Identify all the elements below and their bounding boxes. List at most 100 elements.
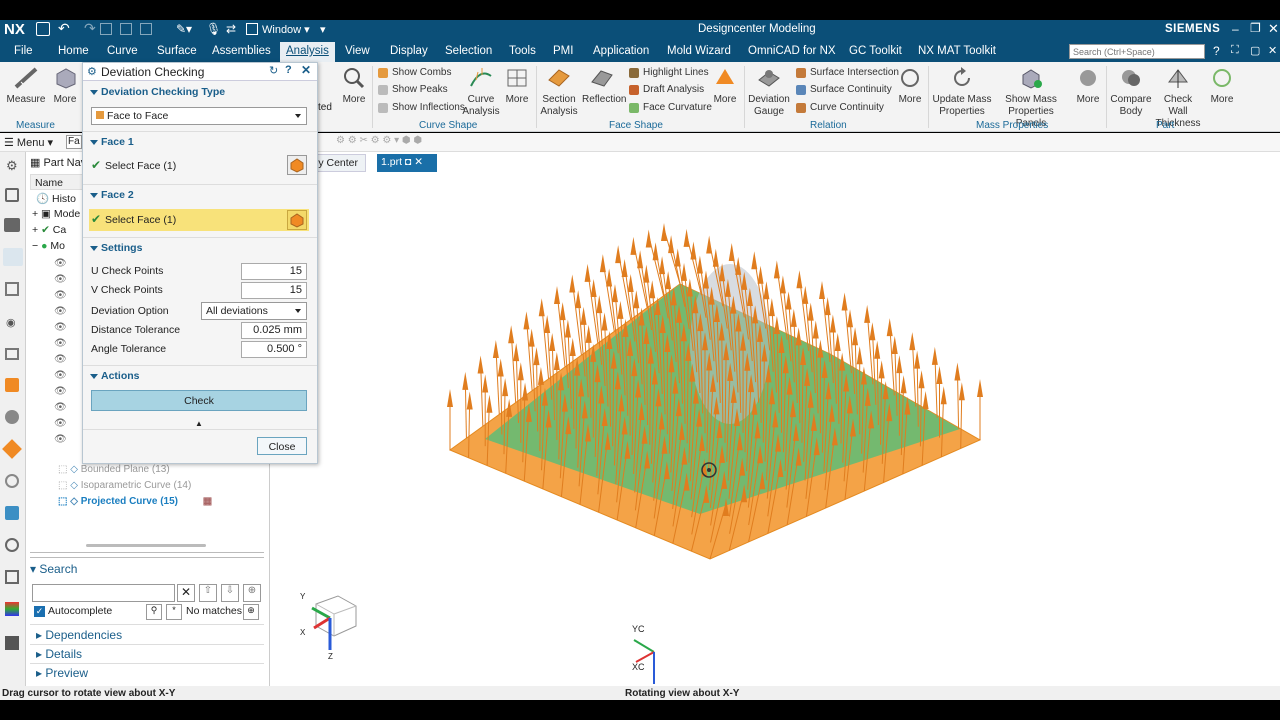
collapse-arrow-icon[interactable]: ▲ (195, 419, 203, 428)
section-face-1[interactable]: Face 1 (83, 133, 317, 153)
deviation-gauge-button[interactable]: Deviation Gauge (746, 66, 792, 118)
dialog-close-icon[interactable]: ✕ (301, 63, 311, 77)
search-input[interactable] (32, 584, 175, 602)
palette-icon[interactable] (2, 439, 22, 459)
face-curvature-button[interactable]: Face Curvature (629, 102, 712, 113)
part-more-button[interactable]: More (1208, 66, 1236, 106)
menu-gc-toolkit[interactable]: GC Toolkit (849, 45, 902, 57)
distance-tolerance-input[interactable]: 0.025 mm (241, 322, 307, 339)
close-button[interactable]: Close (257, 437, 307, 455)
menu-curve[interactable]: Curve (107, 45, 138, 57)
history-mode-row[interactable]: 🕓 Histo (36, 192, 76, 205)
close-window-icon[interactable]: ✕ (1268, 21, 1279, 37)
save-icon[interactable] (36, 22, 50, 36)
section-analysis-button[interactable]: Section Analysis (538, 66, 580, 118)
menu-home[interactable]: Home (58, 45, 89, 57)
section-deviation-type[interactable]: Deviation Checking Type (83, 83, 317, 103)
reuse-library-icon[interactable] (5, 378, 19, 392)
show-inflections-button[interactable]: Show Inflections (378, 102, 465, 113)
face1-select-row[interactable]: ✔ Select Face (1) (89, 155, 309, 177)
redo-icon[interactable]: ↷ (84, 20, 96, 37)
menu-omnicad[interactable]: OmniCAD for NX (748, 45, 836, 57)
active-navigator-icon[interactable] (3, 248, 23, 266)
reflection-button[interactable]: Reflection (582, 66, 626, 106)
menu-nx-mat-toolkit[interactable]: NX MAT Toolkit (918, 45, 996, 57)
dependencies-section[interactable]: ▸ Dependencies (36, 628, 122, 642)
face2-selector-icon[interactable] (287, 210, 307, 230)
menu-application[interactable]: Application (593, 45, 649, 57)
search-options-icon[interactable]: ⊕ (243, 604, 259, 620)
command-search-input[interactable] (1069, 44, 1205, 59)
check-button[interactable]: Check (91, 390, 307, 411)
restore-icon[interactable]: ❐ (1250, 21, 1261, 35)
face2-select-row[interactable]: ✔ Select Face (1) (89, 209, 309, 231)
eye-icon[interactable]: ◉ (6, 316, 16, 329)
menu-analysis[interactable]: Analysis (280, 42, 335, 62)
surface-intersection-button[interactable]: Surface Intersection (796, 67, 899, 78)
menu-selection[interactable]: Selection (445, 45, 492, 57)
constraint-navigator-icon[interactable] (5, 282, 19, 296)
show-peaks-button[interactable]: Show Peaks (378, 84, 448, 95)
menu-mold-wizard[interactable]: Mold Wizard (667, 45, 731, 57)
assembly-navigator-icon[interactable] (4, 218, 20, 232)
next-match-icon[interactable]: ⇩ (221, 584, 239, 602)
horizontal-scrollbar[interactable] (86, 544, 206, 547)
paste-icon[interactable] (140, 23, 152, 35)
window-icon[interactable] (246, 23, 258, 35)
history-icon[interactable] (5, 410, 19, 424)
copy-icon[interactable] (100, 23, 112, 35)
previous-match-icon[interactable]: ⇧ (199, 584, 217, 602)
match-case-icon[interactable]: ⚲ (146, 604, 162, 620)
cameras-row[interactable]: + ✔ Ca (32, 224, 66, 236)
window-menu[interactable]: Window ▾ (262, 23, 310, 36)
model-history-row[interactable]: − ● Mo (32, 240, 65, 252)
show-combs-button[interactable]: Show Combs (378, 67, 451, 78)
menu-assemblies[interactable]: Assemblies (212, 45, 271, 57)
deviation-type-select[interactable]: Face to Face (91, 107, 307, 125)
section-face-2[interactable]: Face 2 (83, 186, 317, 206)
expand-icon[interactable]: ▢ (1250, 44, 1260, 57)
compare-body-button[interactable]: Compare Body (1110, 66, 1152, 118)
tree-item-bounded-plane[interactable]: ⬚ ◇ Bounded Plane (13) (58, 464, 170, 475)
angle-tolerance-input[interactable]: 0.500 ° (241, 341, 307, 358)
help-icon[interactable]: ? (1213, 44, 1220, 58)
menu-tools[interactable]: Tools (509, 45, 536, 57)
graphics-viewport[interactable]: ery Center 1.prt ◘ ✕ Y X Z YC XC (264, 152, 1280, 686)
curve-analysis-button[interactable]: Curve Analysis (462, 66, 500, 118)
menu-file[interactable]: File (14, 45, 33, 57)
model-views-row[interactable]: + ▣ Mode (32, 208, 80, 220)
reset-icon[interactable]: ↻ (269, 64, 278, 77)
clock-icon[interactable] (5, 538, 19, 552)
v-check-points-input[interactable]: 15 (241, 282, 307, 299)
menu-button[interactable]: ☰ Menu ▾ (4, 136, 53, 149)
curve-continuity-button[interactable]: Curve Continuity (796, 102, 884, 113)
relation-more-button[interactable]: More (896, 66, 924, 106)
u-check-points-input[interactable]: 15 (241, 263, 307, 280)
surface-continuity-button[interactable]: Surface Continuity (796, 84, 892, 95)
autocomplete-checkbox[interactable]: ✓ (34, 606, 45, 617)
menu-display[interactable]: Display (390, 45, 428, 57)
snap-icon[interactable]: ✎▾ (176, 22, 192, 36)
customize-icon[interactable]: ▾ (320, 23, 326, 36)
draft-analysis-button[interactable]: Draft Analysis (629, 84, 704, 95)
view-icon[interactable] (5, 348, 19, 360)
tree-item-isoparametric-curve[interactable]: ⬚ ◇ Isoparametric Curve (14) (58, 480, 191, 491)
clear-search-icon[interactable]: ✕ (177, 584, 195, 602)
search-section-header[interactable]: ▾ Search (30, 562, 264, 576)
menu-pmi[interactable]: PMI (553, 45, 573, 57)
mass-more-button[interactable]: More (1074, 66, 1102, 106)
tree-item-projected-curve[interactable]: ⬚ ◇ Projected Curve (15) ▦ (58, 496, 212, 507)
face-shape-more-button[interactable]: More (711, 66, 739, 106)
roles-icon[interactable] (5, 570, 19, 584)
view-triad[interactable]: Y X Z (294, 584, 364, 664)
fullscreen-icon[interactable]: ⛶ (1231, 44, 1239, 57)
settings-icon[interactable]: ⚙ (6, 158, 18, 174)
menu-surface[interactable]: Surface (157, 45, 197, 57)
wildcard-icon[interactable]: * (166, 604, 182, 620)
sync-icon[interactable]: ⇄ (226, 22, 236, 36)
close-part-icon[interactable]: ✕ (1268, 44, 1277, 57)
surface-deviation-model[interactable] (270, 174, 1280, 686)
web-icon[interactable] (5, 506, 19, 520)
measure-more-button[interactable]: More (50, 66, 80, 106)
highlight-lines-button[interactable]: Highlight Lines (629, 67, 709, 78)
